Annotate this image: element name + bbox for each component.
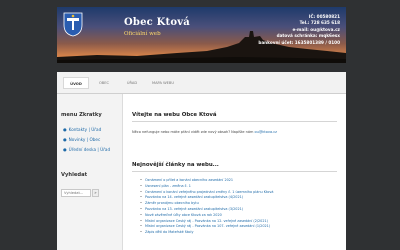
contact-info: IČ: 00580821 Tel.: 728 635 618 e-mail: o…	[258, 14, 340, 46]
sidebar: menu Zkratky ● Kontakty | Úřad ● Novinky |…	[57, 94, 123, 250]
sidebar-item-kontakty[interactable]: ● Kontakty | Úřad	[63, 127, 101, 132]
sidebar-item-uredni-deska[interactable]: ● Úřední deska | Úřad	[63, 147, 110, 152]
search-input[interactable]	[61, 189, 91, 197]
header-banner: Obec Ktová Oficiální web IČ: 00580821 Te…	[57, 7, 346, 63]
divider	[132, 121, 337, 122]
site-subtitle: Oficiální web	[124, 31, 161, 37]
bullet-icon: •	[140, 230, 142, 235]
bullet-icon: •	[140, 183, 142, 188]
bullet-icon: •	[140, 206, 142, 211]
contact-bank: bankovní účet: 1635801389 / 0100	[258, 39, 340, 45]
sidebar-item-label: Kontakty | Úřad	[68, 127, 102, 132]
main-nav: Úvod Obec Úřad Mapa webu	[57, 72, 346, 94]
nav-item-urad[interactable]: Úřad	[119, 77, 145, 89]
bullet-icon: ●	[63, 137, 67, 142]
sidebar-item-label: Úřední deska | Úřad	[68, 147, 111, 152]
nav-item-mapa-webu[interactable]: Mapa webu	[147, 77, 179, 89]
sidebar-menu-title: menu Zkratky	[61, 112, 102, 118]
site-title[interactable]: Obec Ktová	[124, 17, 190, 28]
nav-item-obec[interactable]: Obec	[91, 77, 117, 89]
articles-list: • Oznámení o přílet a konání obecního zas…	[140, 178, 336, 236]
sidebar-item-label: Novinky | Obec	[68, 137, 101, 142]
bullet-icon: ●	[63, 127, 67, 132]
welcome-title: Vítejte na webu Obce Ktová	[132, 112, 217, 118]
bullet-icon: •	[140, 195, 142, 200]
bullet-icon: •	[140, 189, 142, 194]
sidebar-search-title: Vyhledat	[61, 172, 88, 178]
bullet-icon: •	[140, 201, 142, 206]
sidebar-item-novinky[interactable]: ● Novinky | Obec	[63, 137, 100, 142]
bullet-icon: •	[140, 212, 142, 217]
list-item[interactable]: • Zápis dětí do Mateřské školy	[140, 230, 336, 236]
bullet-icon: ●	[63, 147, 67, 152]
bullet-icon: •	[140, 218, 142, 223]
bullet-icon: •	[140, 224, 142, 229]
nav-item-uvod[interactable]: Úvod	[63, 77, 89, 89]
intro-text: Něco nefunguje nebo máte přání vidět zde…	[132, 129, 337, 135]
coat-of-arms-icon	[63, 12, 83, 37]
bullet-icon: •	[140, 178, 142, 182]
content-area: menu Zkratky ● Kontakty | Úřad ● Novinky |…	[57, 94, 346, 250]
articles-title: Nejnovější články na webu...	[132, 162, 219, 168]
divider	[132, 171, 337, 172]
search-button[interactable]: »	[92, 189, 99, 197]
intro-email-link[interactable]: ou@ktova.cz	[255, 130, 278, 134]
intro-sentence: Něco nefunguje nebo máte přání vidět zde…	[132, 130, 254, 134]
